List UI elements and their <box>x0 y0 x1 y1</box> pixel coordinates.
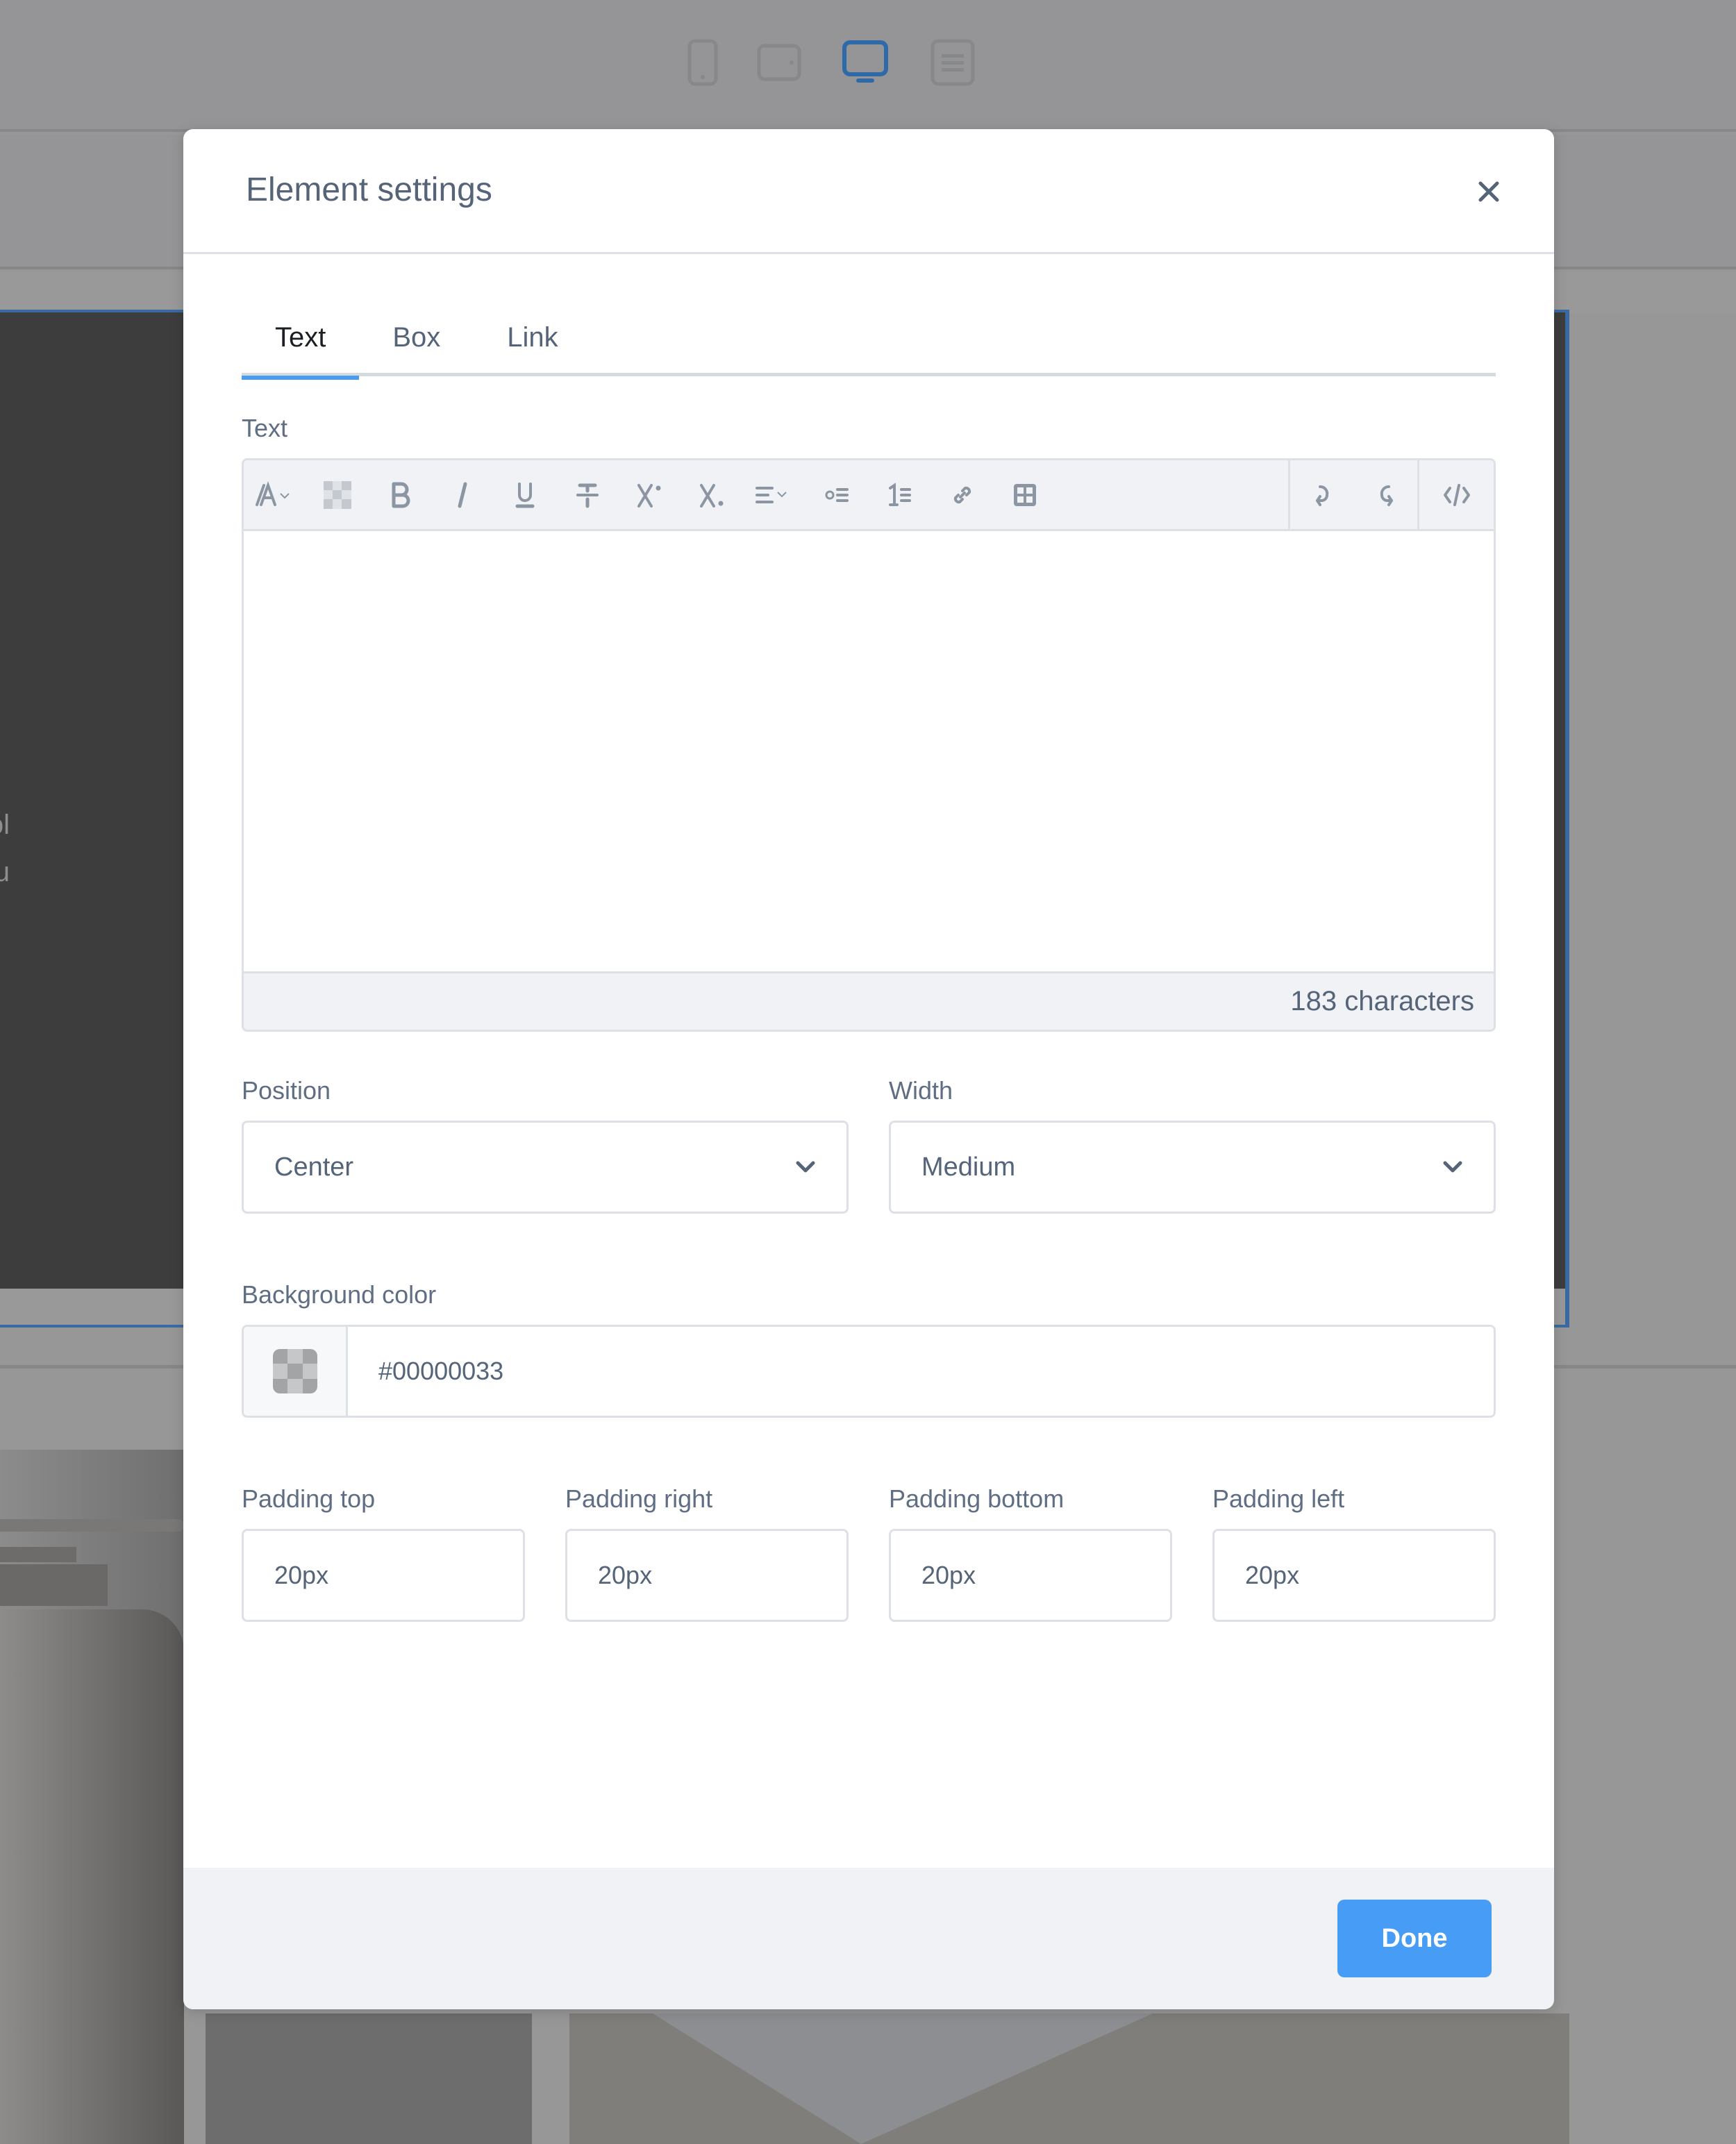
numbered-list-button[interactable] <box>869 460 931 530</box>
bold-icon <box>392 482 410 508</box>
italic-icon <box>458 482 467 508</box>
mobile-view-icon[interactable] <box>678 37 728 87</box>
layout-row: Position Center Width Medium <box>242 1076 1496 1214</box>
padding-right-input[interactable] <box>565 1529 849 1622</box>
strikethrough-button[interactable] <box>556 460 619 530</box>
settings-tabs: Text Box Link <box>242 310 1496 380</box>
chevron-down-icon <box>796 1161 815 1173</box>
editor-toolbar <box>244 460 1494 531</box>
modal-title: Element settings <box>246 171 492 208</box>
undo-icon <box>1315 485 1328 506</box>
padding-left-input[interactable] <box>1212 1529 1496 1622</box>
underline-button[interactable] <box>494 460 556 530</box>
tab-box[interactable]: Box <box>359 310 474 376</box>
element-settings-modal: Element settings Text Box Link Text 183 … <box>183 129 1554 2009</box>
product-image-pump-bottle <box>0 1450 184 2144</box>
modal-header: Element settings <box>183 129 1554 254</box>
superscript-button[interactable] <box>619 460 681 530</box>
code-view-icon <box>1443 484 1470 506</box>
done-button[interactable]: Done <box>1337 1900 1492 1977</box>
close-icon <box>1478 181 1499 202</box>
background-color-label: Background color <box>242 1280 437 1309</box>
table-icon <box>1014 483 1036 506</box>
text-field-label: Text <box>242 414 288 442</box>
tab-link[interactable]: Link <box>474 310 591 376</box>
align-icon <box>756 486 787 503</box>
undo-button[interactable] <box>1288 460 1355 530</box>
padding-right-label: Padding right <box>565 1484 713 1513</box>
bold-button[interactable] <box>369 460 431 530</box>
desktop-view-icon[interactable] <box>840 37 890 87</box>
device-switcher <box>0 37 1736 87</box>
modal-footer: Done <box>183 1868 1554 2009</box>
superscript-icon <box>637 483 661 508</box>
preview-text-line-2: invidu <box>0 857 10 887</box>
product-image-right <box>569 2013 1569 2144</box>
width-select[interactable]: Medium <box>889 1121 1496 1214</box>
toolbar-history-group <box>1288 460 1494 530</box>
redo-icon <box>1380 485 1393 506</box>
width-value: Medium <box>921 1152 1016 1182</box>
tab-text[interactable]: Text <box>242 310 360 380</box>
padding-bottom-input[interactable] <box>889 1529 1172 1622</box>
transparent-swatch-icon <box>272 1349 317 1393</box>
font-style-button[interactable] <box>244 460 306 530</box>
text-editor-content[interactable] <box>244 531 1494 971</box>
rich-text-editor: 183 characters <box>242 458 1496 1032</box>
top-bar <box>0 0 1736 132</box>
padding-top-input[interactable] <box>242 1529 525 1622</box>
numbered-list-icon <box>889 482 911 506</box>
color-swatch-button[interactable] <box>244 1327 348 1416</box>
align-button[interactable] <box>744 460 806 530</box>
position-label: Position <box>242 1076 331 1105</box>
position-select[interactable]: Center <box>242 1121 849 1214</box>
preview-text-line-1: rem ipsum dol <box>0 810 10 840</box>
background-color-field <box>242 1325 1496 1418</box>
table-button[interactable] <box>994 460 1056 530</box>
document-view-icon[interactable] <box>928 37 978 87</box>
character-count: 183 characters <box>244 971 1494 1030</box>
code-view-button[interactable] <box>1417 460 1494 530</box>
modal-body: Text Box Link Text 183 characters Positi… <box>183 310 1554 1622</box>
italic-button[interactable] <box>431 460 494 530</box>
strikethrough-icon <box>576 483 599 508</box>
product-image-middle <box>206 2013 532 2144</box>
underline-icon <box>515 482 535 508</box>
bullet-list-button[interactable] <box>806 460 869 530</box>
subscript-icon <box>700 483 724 508</box>
width-label: Width <box>889 1076 953 1105</box>
subscript-button[interactable] <box>681 460 744 530</box>
link-button[interactable] <box>931 460 994 530</box>
redo-button[interactable] <box>1355 460 1417 530</box>
padding-bottom-label: Padding bottom <box>889 1484 1065 1513</box>
background-color-input[interactable] <box>348 1327 1494 1416</box>
link-icon <box>953 486 971 503</box>
padding-top-label: Padding top <box>242 1484 376 1513</box>
position-value: Center <box>274 1152 354 1182</box>
bullet-list-icon <box>825 487 849 502</box>
text-color-button[interactable] <box>306 460 369 530</box>
close-button[interactable] <box>1472 175 1505 208</box>
padding-row: Padding top Padding right Padding bottom… <box>242 1484 1496 1622</box>
padding-left-label: Padding left <box>1212 1484 1345 1513</box>
text-color-icon <box>324 480 351 509</box>
font-style-icon <box>256 480 290 506</box>
tablet-view-icon[interactable] <box>754 37 804 87</box>
chevron-down-icon <box>1443 1161 1462 1173</box>
